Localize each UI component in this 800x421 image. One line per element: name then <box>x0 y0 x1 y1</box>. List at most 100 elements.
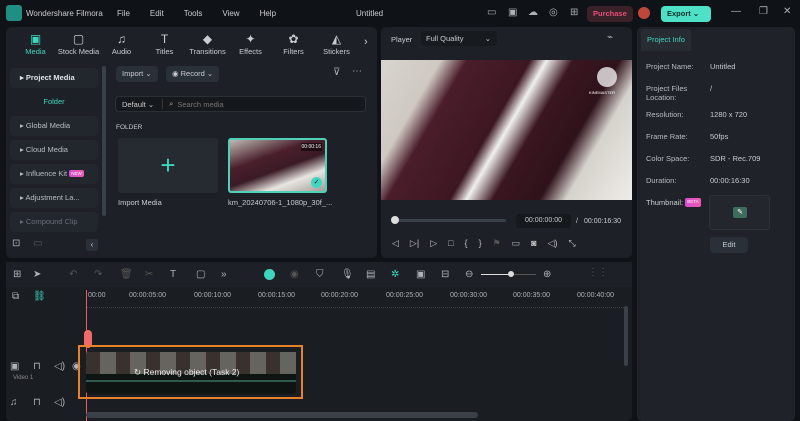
progress-handle[interactable] <box>391 216 399 224</box>
tab-stock-media[interactable]: ▢ Stock Media <box>57 31 100 56</box>
thumbnail-box[interactable]: ✎ <box>709 195 770 230</box>
filter-icon[interactable]: ⊽ <box>333 67 340 78</box>
timeline-h-scrollbar[interactable] <box>86 412 478 418</box>
zoom-out-icon[interactable]: ⊖ <box>465 269 473 280</box>
scopes-icon[interactable]: ⌁ <box>607 32 613 43</box>
sidebar-label: Adjustment La... <box>25 193 80 202</box>
lock-icon[interactable]: ⊓ <box>33 361 41 372</box>
edit-thumbnail-icon[interactable]: ✎ <box>733 207 747 218</box>
layout-settings-icon[interactable]: ⋮⋮ <box>588 267 608 278</box>
menu-help[interactable]: Help <box>260 9 276 18</box>
sidebar-item-folder[interactable]: Folder <box>8 92 100 112</box>
more-icon[interactable]: ⋯ <box>352 66 362 77</box>
marker-icon[interactable]: ⛉ <box>316 269 324 280</box>
cloud-icon[interactable]: ☁ <box>528 7 538 18</box>
sort-dropdown[interactable]: Default ⌄ <box>116 100 162 109</box>
support-icon[interactable]: ◎ <box>549 7 558 18</box>
video-preview[interactable]: KINEMASTER <box>381 60 632 200</box>
chevron-right-icon[interactable]: › <box>364 36 368 48</box>
link-icon[interactable]: ⛓ <box>33 291 46 302</box>
minimize-icon[interactable]: — <box>731 6 741 17</box>
volume-icon[interactable]: ◁) <box>548 238 558 249</box>
search-input[interactable] <box>177 99 358 109</box>
redo-icon[interactable]: ↷ <box>94 269 102 280</box>
save-icon[interactable]: ▣ <box>508 7 517 18</box>
delete-icon[interactable]: 🗑 <box>120 269 133 280</box>
render-icon[interactable]: ◉ <box>290 269 299 280</box>
tab-media[interactable]: ▣ Media <box>14 31 57 56</box>
sidebar-item-global-media[interactable]: ▸ Global Media <box>10 116 98 136</box>
grid-icon[interactable]: ⊞ <box>13 269 21 280</box>
media-clip-thumbnail[interactable]: 00:00:16 ✓ <box>228 138 327 193</box>
tab-stickers[interactable]: ◭ Stickers <box>315 31 358 56</box>
fullscreen-icon[interactable]: ⤡ <box>569 238 576 249</box>
import-media-tile[interactable]: + <box>118 138 218 193</box>
menu-view[interactable]: View <box>222 9 239 18</box>
cut-icon[interactable]: ✂ <box>145 269 153 280</box>
snapshot-icon[interactable]: ◙ <box>531 238 536 249</box>
current-time[interactable]: 00:00:00:00 <box>516 214 571 228</box>
tab-filters[interactable]: ✿ Filters <box>272 31 315 56</box>
timeline-v-scrollbar[interactable] <box>624 306 628 366</box>
add-track-icon[interactable]: ⧉ <box>12 291 19 302</box>
menu-tools[interactable]: Tools <box>184 9 203 18</box>
undo-icon[interactable]: ↶ <box>69 269 77 280</box>
collapse-sidebar-button[interactable]: ‹ <box>86 239 98 251</box>
mute-icon[interactable]: ◁) <box>54 361 65 372</box>
play-step-icon[interactable]: ▷| <box>410 238 419 249</box>
folder-icon[interactable]: ▭ <box>33 238 42 249</box>
sidebar-item-project-media[interactable]: ▸ Project Media <box>10 68 98 88</box>
timeline-clip[interactable]: ↻ Removing object (Task 2) <box>86 352 296 394</box>
kinemaster-logo <box>597 67 617 87</box>
record-button[interactable]: ◉ Record ⌄ <box>166 66 220 82</box>
play-icon[interactable]: ▷ <box>430 238 437 249</box>
sidebar-item-compound-clip[interactable]: ▸ Compound Clip <box>10 212 98 232</box>
tab-transitions[interactable]: ◆ Transitions <box>186 31 229 56</box>
sidebar-item-cloud-media[interactable]: ▸ Cloud Media <box>10 140 98 160</box>
purchase-button[interactable]: Purchase <box>587 6 633 22</box>
crop-icon[interactable]: ▢ <box>196 269 205 280</box>
tab-effects[interactable]: ✦ Effects <box>229 31 272 56</box>
import-button[interactable]: Import ⌄ <box>116 66 158 82</box>
quality-dropdown[interactable]: Full Quality ⌄ <box>421 31 497 46</box>
audio-mute-icon[interactable]: ◁) <box>54 397 65 408</box>
sidebar-item-influence-kit[interactable]: ▸ Influence Kit NEW <box>10 164 98 184</box>
marker-icon[interactable]: ⚑ <box>493 238 501 249</box>
mark-in-icon[interactable]: { <box>465 238 468 249</box>
playback-progress[interactable] <box>391 216 506 224</box>
pip-icon[interactable]: ▣ <box>416 269 425 280</box>
timeline-ruler[interactable]: 00:00 00:00:05:00 00:00:10:00 00:00:15:0… <box>86 288 626 308</box>
sidebar-item-adjustment-layer[interactable]: ▸ Adjustment La... <box>10 188 98 208</box>
close-icon[interactable]: ✕ <box>783 6 791 17</box>
layout-icon[interactable]: ▭ <box>487 7 496 18</box>
qr-icon[interactable]: ⊞ <box>570 7 578 18</box>
clip-name: km_20240706-1_1080p_30f_... <box>228 198 333 207</box>
audio-lock-icon[interactable]: ⊓ <box>33 397 41 408</box>
stop-icon[interactable]: □ <box>448 238 453 249</box>
menu-edit[interactable]: Edit <box>150 9 164 18</box>
prev-frame-icon[interactable]: ◁ <box>392 238 399 249</box>
ai-tool-icon[interactable]: ✲ <box>391 269 399 280</box>
tab-titles[interactable]: T Titles <box>143 31 186 56</box>
tab-audio[interactable]: ♫ Audio <box>100 31 143 56</box>
mark-out-icon[interactable]: } <box>479 238 482 249</box>
text-tool-icon[interactable]: T <box>170 269 176 280</box>
zoom-in-icon[interactable]: ⊕ <box>543 269 551 280</box>
fit-icon[interactable]: ⊟ <box>441 269 449 280</box>
more-tools-icon[interactable]: » <box>221 269 227 280</box>
avatar[interactable] <box>638 7 650 19</box>
display-icon[interactable]: ▭ <box>512 238 521 249</box>
ai-assistant-icon[interactable] <box>264 269 275 280</box>
microphone-icon[interactable]: 🎙 <box>341 269 354 280</box>
zoom-slider[interactable] <box>481 271 536 277</box>
zoom-handle[interactable] <box>508 271 514 277</box>
tab-project-info[interactable]: Project Info <box>641 29 691 51</box>
edit-button[interactable]: Edit <box>710 237 748 253</box>
restore-icon[interactable]: ❐ <box>759 6 768 17</box>
select-icon[interactable]: ➤ <box>33 269 41 280</box>
menu-file[interactable]: File <box>117 9 130 18</box>
subtitle-icon[interactable]: ▤ <box>366 269 375 280</box>
new-folder-icon[interactable]: ⊡ <box>12 238 20 249</box>
sidebar-scrollbar[interactable] <box>102 66 106 216</box>
export-button[interactable]: Export ⌄ <box>661 6 711 22</box>
